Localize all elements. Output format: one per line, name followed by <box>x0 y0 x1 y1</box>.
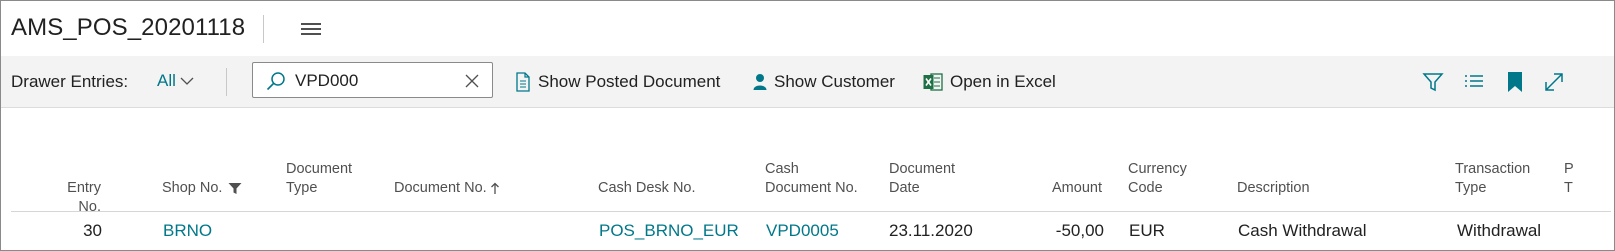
document-no-header-label: Document No. <box>394 180 487 196</box>
cell-transaction-type[interactable]: Withdrawal <box>1457 221 1541 241</box>
title-bar: AMS_POS_20201118 <box>1 1 1614 56</box>
action-divider <box>226 68 227 96</box>
hamburger-menu-icon[interactable] <box>301 21 323 37</box>
cell-shop-no[interactable]: BRNO <box>163 221 212 241</box>
title-divider <box>263 15 264 43</box>
column-header-cash-document-no[interactable]: Cash Document No. <box>765 160 858 198</box>
cash-document-no-header-line2: Document No. <box>765 180 858 196</box>
cash-document-no-header-line1: Cash <box>765 161 799 177</box>
truncated-header-line2: T <box>1564 180 1573 196</box>
document-date-header-line2: Date <box>889 180 920 196</box>
search-input[interactable] <box>295 69 455 93</box>
show-posted-document-label: Show Posted Document <box>538 72 721 91</box>
column-filter-icon <box>228 183 242 194</box>
search-icon <box>266 72 285 91</box>
document-icon <box>516 72 530 92</box>
show-customer-label: Show Customer <box>774 72 895 91</box>
header-divider <box>11 211 1611 212</box>
cell-cash-desk-no[interactable]: POS_BRNO_EUR <box>599 221 739 241</box>
page-title: AMS_POS_20201118 <box>11 14 246 41</box>
chevron-down-icon <box>180 77 194 85</box>
column-header-amount[interactable]: Amount <box>1031 179 1102 198</box>
column-header-shop-no[interactable]: Shop No. <box>162 179 242 198</box>
column-header-document-date[interactable]: Document Date <box>889 160 955 198</box>
view-label: Drawer Entries: <box>11 72 129 91</box>
bookmark-icon[interactable] <box>1504 71 1526 93</box>
document-type-header-line2: Type <box>286 180 318 196</box>
filter-icon[interactable] <box>1422 71 1444 93</box>
expand-icon[interactable] <box>1543 71 1565 93</box>
column-header-document-no[interactable]: Document No. <box>394 179 500 198</box>
action-bar: Drawer Entries: All Show Posted Document… <box>1 56 1614 108</box>
currency-code-header-line1: Currency <box>1128 161 1187 177</box>
view-selector[interactable]: All <box>157 71 194 91</box>
show-customer-button[interactable]: Show Customer <box>753 69 895 95</box>
column-header-currency-code[interactable]: Currency Code <box>1128 160 1187 198</box>
column-header-cash-desk-no[interactable]: Cash Desk No. <box>598 179 696 198</box>
person-icon <box>753 74 767 90</box>
list-view-icon[interactable] <box>1463 71 1485 93</box>
transaction-type-header-line2: Type <box>1455 180 1487 196</box>
cell-currency-code[interactable]: EUR <box>1129 221 1165 241</box>
document-date-header-line1: Document <box>889 161 956 177</box>
transaction-type-header-line1: Transaction <box>1455 161 1531 177</box>
cell-cash-document-no[interactable]: VPD0005 <box>766 221 839 241</box>
document-type-header-line1: Document <box>286 161 353 177</box>
view-selected-value: All <box>157 71 176 90</box>
sort-ascending-icon <box>490 182 499 194</box>
drawer-entries-grid: Entry No. Shop No. Document Type Documen… <box>1 108 1614 250</box>
truncated-header-line1: P <box>1564 161 1574 177</box>
cell-entry-no[interactable]: 30 <box>41 221 102 241</box>
column-header-truncated[interactable]: P T <box>1564 160 1574 198</box>
currency-code-header-line2: Code <box>1128 180 1163 196</box>
show-posted-document-button[interactable]: Show Posted Document <box>515 69 720 95</box>
column-header-transaction-type[interactable]: Transaction Type <box>1455 160 1530 198</box>
column-header-document-type[interactable]: Document Type <box>286 160 352 198</box>
clear-search-icon[interactable] <box>464 73 480 89</box>
shop-no-header-label: Shop No. <box>162 180 223 196</box>
app-window: AMS_POS_20201118 Drawer Entries: All Sho… <box>0 0 1615 251</box>
open-in-excel-button[interactable]: Open in Excel <box>923 69 1056 95</box>
cell-description[interactable]: Cash Withdrawal <box>1238 221 1367 241</box>
open-in-excel-label: Open in Excel <box>950 72 1056 91</box>
column-header-description[interactable]: Description <box>1237 179 1310 198</box>
cell-amount[interactable]: -50,00 <box>1031 221 1104 241</box>
search-field[interactable] <box>252 62 493 98</box>
row-selector[interactable] <box>1 211 11 250</box>
cell-document-date[interactable]: 23.11.2020 <box>889 221 973 241</box>
excel-icon <box>923 73 943 91</box>
